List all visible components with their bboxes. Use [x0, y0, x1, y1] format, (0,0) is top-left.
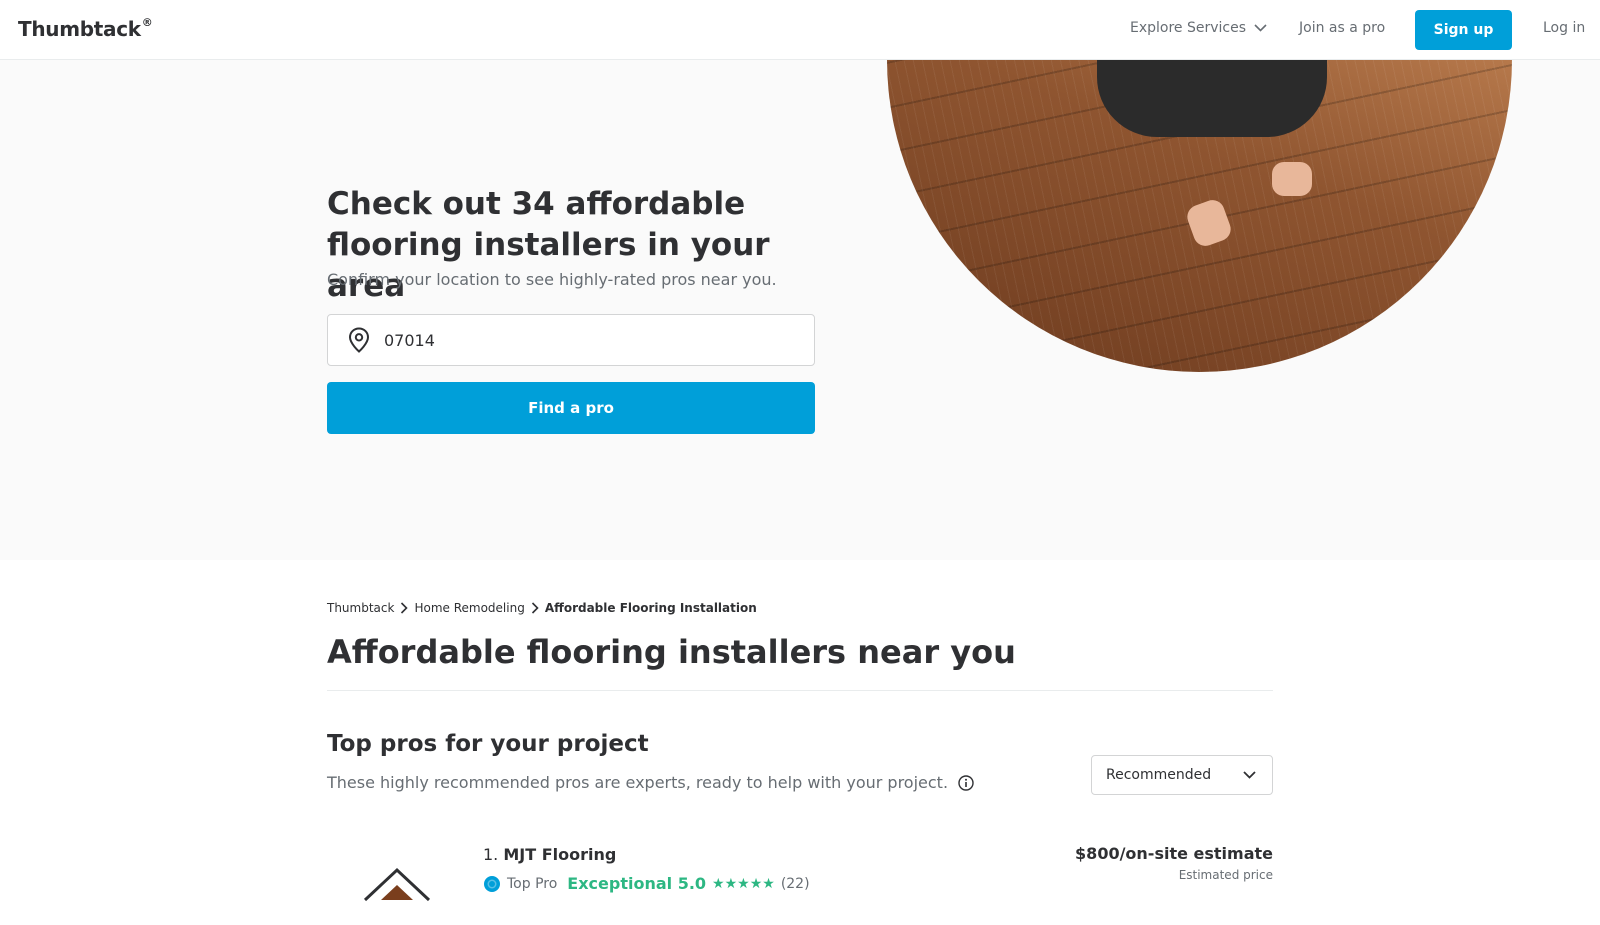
chevron-right-icon — [401, 602, 409, 614]
hero-flooring-photo — [887, 60, 1512, 372]
sign-up-button[interactable]: Sign up — [1415, 10, 1512, 50]
explore-services-menu[interactable]: Explore Services — [1130, 20, 1267, 36]
hero-hand-left — [1183, 196, 1235, 250]
rating-label: Exceptional 5.0 — [567, 874, 707, 893]
section-divider — [327, 690, 1273, 691]
pro-price-note: Estimated price — [1178, 868, 1273, 882]
zip-code-input[interactable] — [384, 330, 784, 350]
chevron-down-icon — [1243, 771, 1256, 779]
logo-registered-mark: ® — [141, 16, 153, 30]
chevron-down-icon — [1254, 24, 1267, 32]
logo-text: Thumbtack — [18, 17, 141, 41]
thumbtack-logo[interactable]: Thumbtack® — [18, 16, 153, 41]
pro-meta: Top Pro Exceptional 5.0 ★★★★★ (22) — [483, 874, 810, 893]
find-a-pro-button[interactable]: Find a pro — [327, 382, 815, 434]
sort-selected-value: Recommended — [1106, 767, 1212, 783]
info-icon[interactable] — [958, 774, 974, 791]
top-navigation: Thumbtack® Explore Services Join as a pr… — [0, 0, 1600, 60]
pro-name-text: MJT Flooring — [503, 845, 617, 864]
breadcrumb-thumbtack[interactable]: Thumbtack — [327, 601, 394, 615]
section-subtitle: These highly recommended pros are expert… — [327, 773, 949, 792]
sort-dropdown[interactable]: Recommended — [1091, 755, 1273, 795]
pro-logo[interactable] — [355, 865, 440, 925]
breadcrumb-home-remodeling[interactable]: Home Remodeling — [414, 601, 524, 615]
breadcrumb: Thumbtack Home Remodeling Affordable Flo… — [327, 601, 757, 615]
chevron-right-icon — [531, 602, 539, 614]
star-rating-icon: ★★★★★ — [712, 875, 775, 892]
hero-hand-right — [1272, 162, 1312, 196]
hero-section: Check out 34 affordable flooring install… — [0, 60, 1600, 560]
pro-rank: 1. — [483, 845, 499, 864]
log-in-link[interactable]: Log in — [1543, 20, 1585, 36]
breadcrumb-current: Affordable Flooring Installation — [544, 601, 757, 615]
page-title: Affordable flooring installers near you — [327, 633, 1016, 671]
section-subtitle-row: These highly recommended pros are expert… — [327, 773, 974, 792]
section-title: Top pros for your project — [327, 731, 649, 757]
review-count[interactable]: (22) — [781, 876, 810, 892]
hero-installer-figure — [1097, 60, 1327, 137]
explore-services-label: Explore Services — [1130, 20, 1247, 36]
zip-code-field[interactable] — [327, 314, 815, 366]
pro-name[interactable]: 1. MJT Flooring — [483, 845, 616, 864]
top-pro-badge-icon — [484, 875, 500, 892]
location-pin-icon — [348, 327, 370, 353]
top-pro-label: Top Pro — [507, 875, 558, 892]
pro-price: $800/on-site estimate — [1075, 844, 1273, 863]
join-as-pro-link[interactable]: Join as a pro — [1299, 20, 1385, 36]
hero-subtitle: Confirm your location to see highly-rate… — [327, 270, 777, 289]
